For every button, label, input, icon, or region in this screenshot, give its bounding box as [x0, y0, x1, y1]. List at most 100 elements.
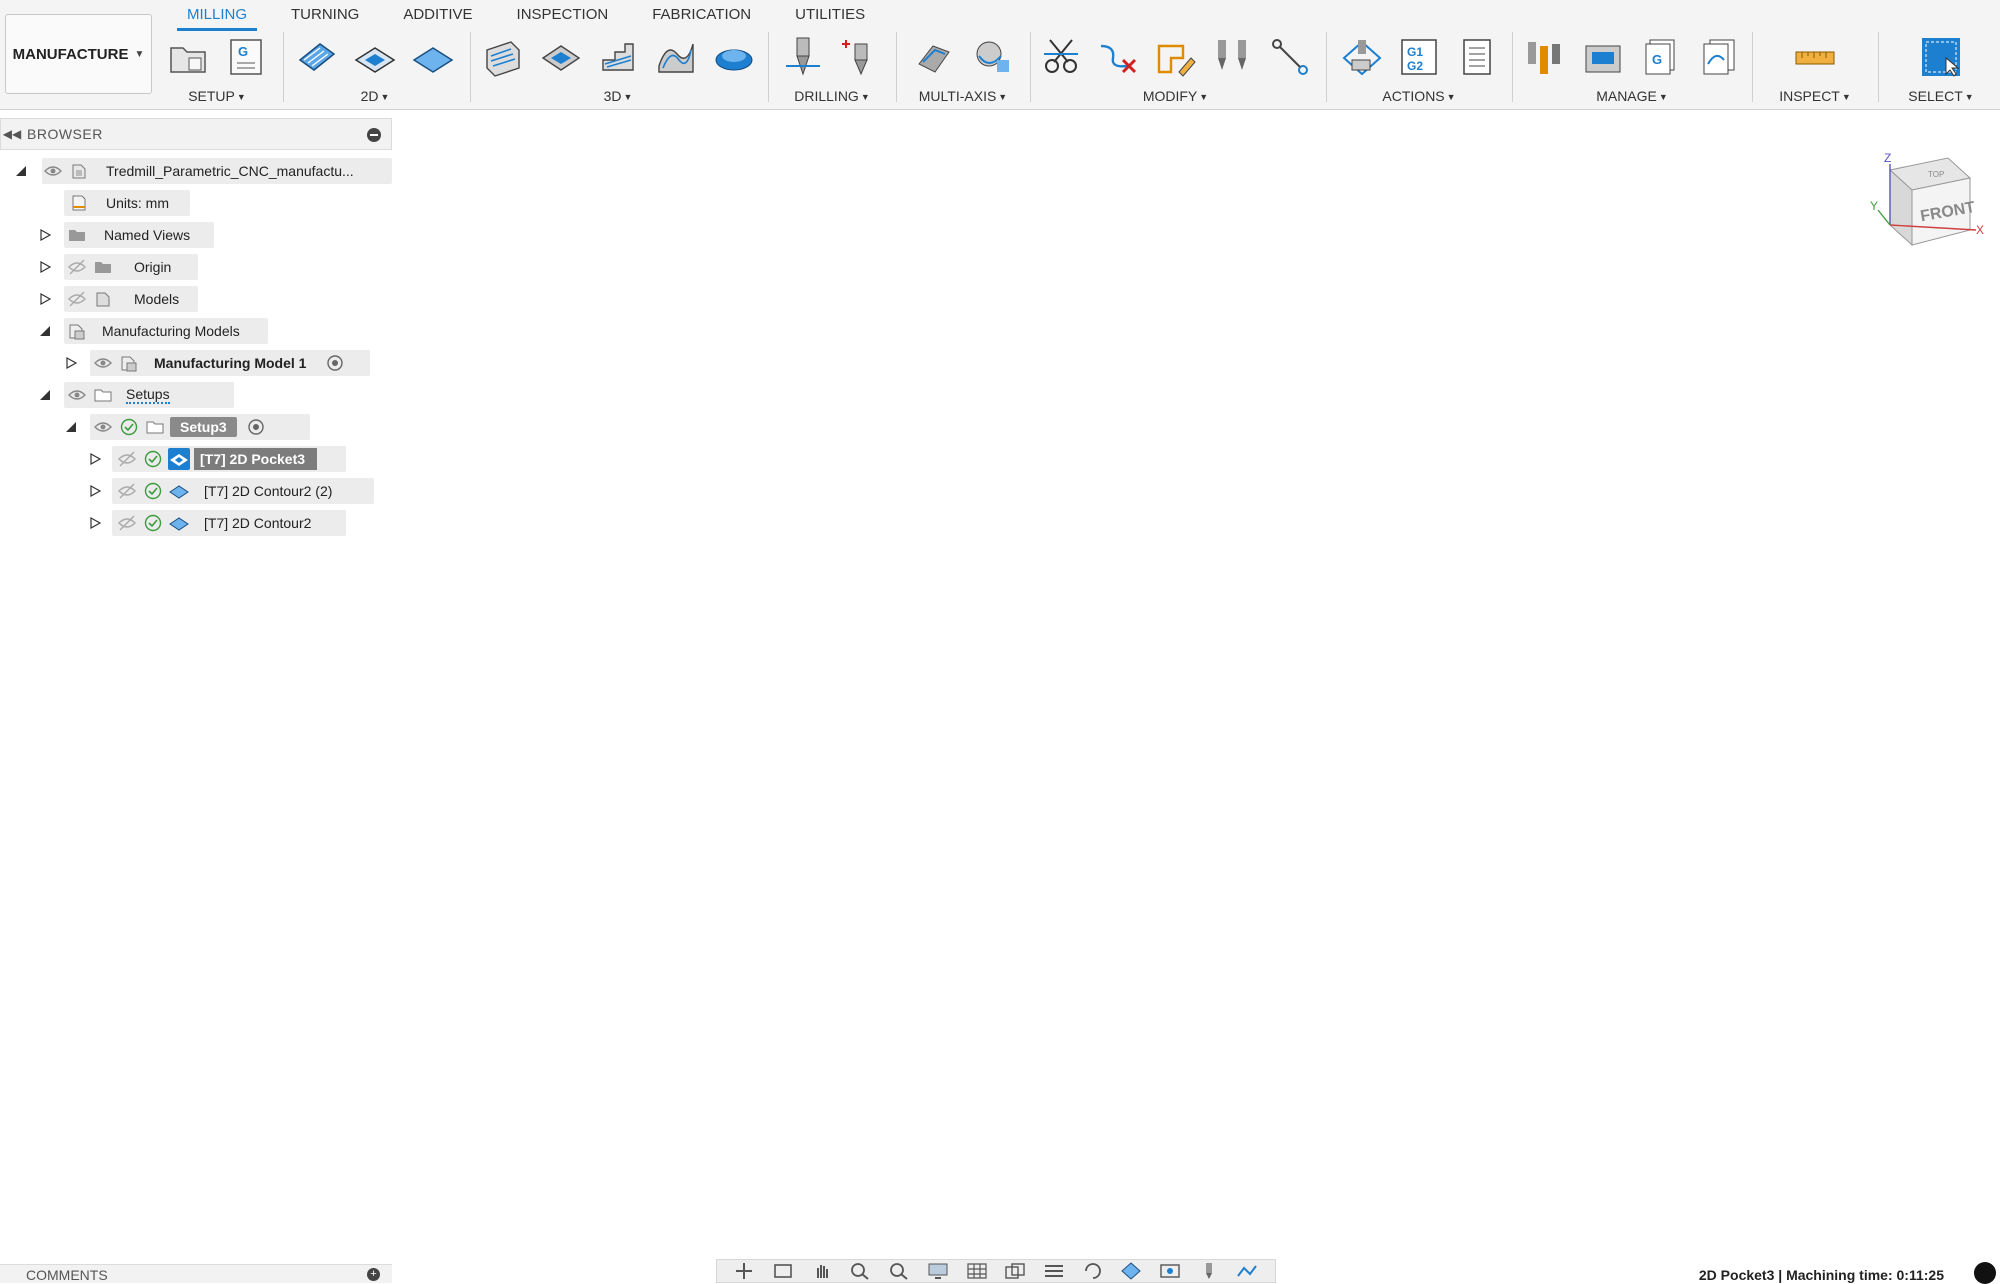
simulate-icon[interactable] — [1338, 34, 1384, 80]
manufacturing-models-node[interactable]: Manufacturing Models — [38, 318, 268, 344]
operation-node[interactable]: [T7] 2D Pocket3 — [88, 446, 346, 472]
expanded-triangle-icon[interactable] — [38, 388, 52, 402]
eye-icon[interactable] — [92, 352, 114, 374]
multi-axis-dropdown[interactable]: MULTI-AXIS ▼ — [904, 88, 1022, 104]
origin-node[interactable]: Origin — [38, 254, 198, 280]
3d-viewport[interactable]: Z X — [0, 110, 2000, 1260]
collapsed-triangle-icon[interactable] — [64, 356, 78, 370]
transform-icon[interactable] — [1268, 34, 1313, 80]
activate-radio-icon[interactable] — [245, 416, 267, 438]
comments-panel[interactable]: COMMENTS + — [0, 1264, 392, 1283]
models-node[interactable]: Models — [38, 286, 198, 312]
manage-dropdown[interactable]: MANAGE ▼ — [1520, 88, 1744, 104]
swarf-icon[interactable] — [911, 34, 957, 80]
stock-display-icon[interactable] — [1040, 1261, 1068, 1281]
activate-radio-icon[interactable] — [324, 352, 346, 374]
tool-library-icon[interactable] — [1522, 34, 1568, 80]
tool-compare-icon[interactable] — [1210, 34, 1255, 80]
workspace-switcher[interactable]: MANUFACTURE ▼ — [5, 14, 152, 94]
eye-hidden-icon[interactable] — [66, 288, 88, 310]
actions-dropdown[interactable]: ACTIONS ▼ — [1334, 88, 1504, 104]
3d-pocket-icon[interactable] — [537, 34, 583, 80]
collapsed-triangle-icon[interactable] — [38, 292, 52, 306]
eye-hidden-icon[interactable] — [116, 512, 138, 534]
modify-dropdown[interactable]: MODIFY ▼ — [1038, 88, 1313, 104]
status-indicator-icon[interactable] — [1974, 1262, 1996, 1284]
window-select-icon[interactable] — [1918, 34, 1964, 80]
delete-toolpath-icon[interactable] — [1095, 34, 1140, 80]
eye-hidden-icon[interactable] — [66, 256, 88, 278]
orbit-icon[interactable] — [730, 1261, 758, 1281]
simulation-display-icon[interactable] — [1156, 1261, 1184, 1281]
setups-node[interactable]: Setups — [38, 382, 234, 408]
setup-sheet-icon[interactable] — [1454, 34, 1500, 80]
tab-turning[interactable]: TURNING — [269, 0, 381, 26]
collapse-browser-icon[interactable]: ◀◀ — [1, 127, 23, 141]
zoom-window-icon[interactable] — [885, 1261, 913, 1281]
2d-dropdown[interactable]: 2D ▼ — [290, 88, 460, 104]
2d-adaptive-icon[interactable] — [294, 34, 340, 80]
inspect-dropdown[interactable]: INSPECT ▼ — [1760, 88, 1870, 104]
minimize-browser-icon[interactable] — [367, 128, 381, 142]
tab-inspection[interactable]: INSPECTION — [495, 0, 631, 26]
select-dropdown[interactable]: SELECT ▼ — [1886, 88, 1996, 104]
tab-utilities[interactable]: UTILITIES — [773, 0, 887, 26]
eye-hidden-icon[interactable] — [116, 448, 138, 470]
scallop-icon[interactable] — [653, 34, 699, 80]
edit-boundary-icon[interactable] — [1153, 34, 1198, 80]
operation-node[interactable]: [T7] 2D Contour2 — [88, 510, 346, 536]
manufacturing-model-1-node[interactable]: Manufacturing Model 1 — [64, 350, 370, 376]
operation-node[interactable]: [T7] 2D Contour2 (2) — [88, 478, 374, 504]
add-comment-icon[interactable]: + — [367, 1268, 380, 1281]
eye-hidden-icon[interactable] — [116, 480, 138, 502]
steep-shallow-icon[interactable] — [595, 34, 641, 80]
pan-icon[interactable] — [808, 1261, 836, 1281]
setup-dropdown[interactable]: SETUP ▼ — [162, 88, 272, 104]
display-settings-icon[interactable] — [924, 1261, 952, 1281]
radial-icon[interactable] — [711, 34, 757, 80]
viewcube[interactable]: TOP FRONT Z X Y — [1870, 150, 1990, 260]
post-process-icon[interactable]: G1 G2 — [1396, 34, 1442, 80]
post-library-icon[interactable]: G — [1638, 34, 1684, 80]
toolpath-display-icon[interactable] — [1233, 1261, 1261, 1281]
drilling-dropdown[interactable]: DRILLING ▼ — [776, 88, 888, 104]
collapsed-triangle-icon[interactable] — [38, 228, 52, 242]
new-setup-icon[interactable] — [165, 34, 211, 80]
grid-icon[interactable] — [963, 1261, 991, 1281]
rotate-icon[interactable] — [1079, 1261, 1107, 1281]
look-at-icon[interactable] — [769, 1261, 797, 1281]
collapsed-triangle-icon[interactable] — [88, 452, 102, 466]
zoom-icon[interactable] — [846, 1261, 874, 1281]
collapsed-triangle-icon[interactable] — [38, 260, 52, 274]
eye-icon[interactable] — [66, 384, 88, 406]
drill-icon[interactable] — [780, 34, 826, 80]
hole-recognition-icon[interactable] — [838, 34, 884, 80]
2d-pocket-icon[interactable] — [352, 34, 398, 80]
measure-icon[interactable] — [1792, 34, 1838, 80]
tool-display-icon[interactable] — [1195, 1261, 1223, 1281]
setup3-node[interactable]: Setup3 — [64, 414, 310, 440]
3d-adaptive-icon[interactable] — [479, 34, 525, 80]
tab-additive[interactable]: ADDITIVE — [381, 0, 494, 26]
eye-icon[interactable] — [42, 160, 64, 182]
collapsed-triangle-icon[interactable] — [88, 484, 102, 498]
nc-program-icon[interactable]: G — [223, 34, 269, 80]
viewports-icon[interactable] — [1001, 1261, 1029, 1281]
tab-fabrication[interactable]: FABRICATION — [630, 0, 773, 26]
eye-icon[interactable] — [92, 416, 114, 438]
tab-milling[interactable]: MILLING — [165, 0, 269, 31]
3d-dropdown[interactable]: 3D ▼ — [478, 88, 758, 104]
expanded-triangle-icon[interactable] — [14, 164, 28, 178]
cut-icon[interactable] — [1038, 34, 1083, 80]
multi-axis-contour-icon[interactable] — [969, 34, 1015, 80]
expanded-triangle-icon[interactable] — [38, 324, 52, 338]
expanded-triangle-icon[interactable] — [64, 420, 78, 434]
named-views-node[interactable]: Named Views — [38, 222, 214, 248]
collapsed-triangle-icon[interactable] — [88, 516, 102, 530]
visual-style-icon[interactable] — [1117, 1261, 1145, 1281]
template-library-icon[interactable] — [1696, 34, 1742, 80]
browser-root-node[interactable]: Tredmill_Parametric_CNC_manufactu... — [14, 158, 392, 184]
face-icon[interactable] — [410, 34, 456, 80]
machine-library-icon[interactable] — [1580, 34, 1626, 80]
units-node[interactable]: Units: mm — [64, 190, 190, 216]
